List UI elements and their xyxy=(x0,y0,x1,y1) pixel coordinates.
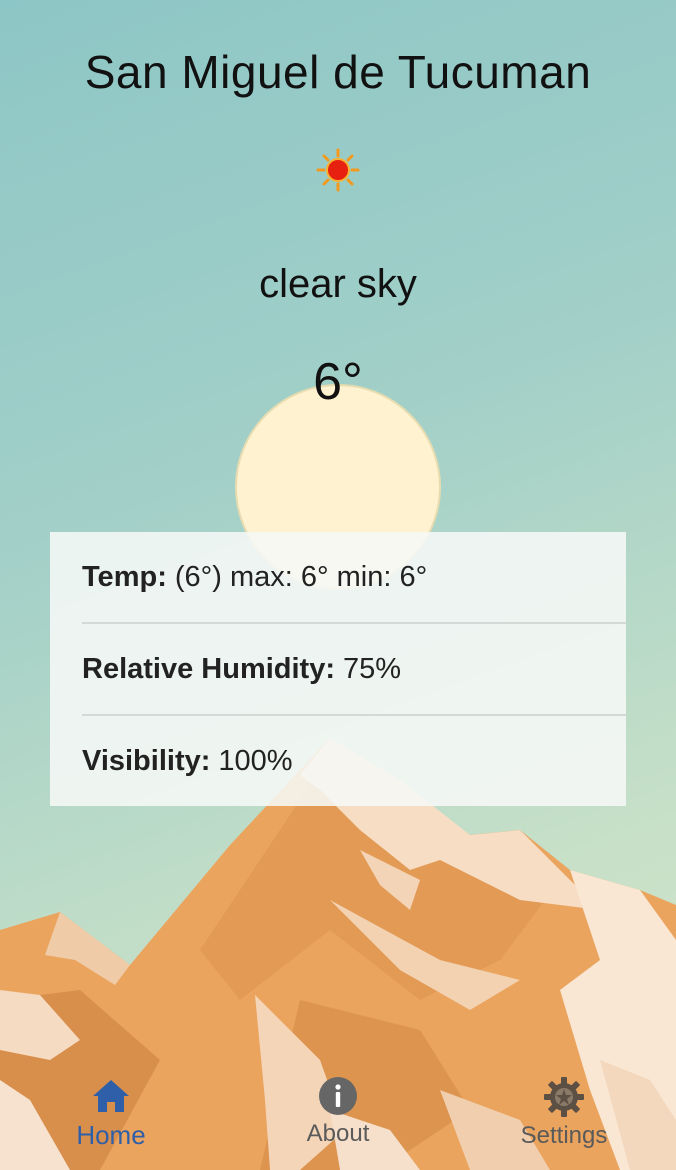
detail-row-temp: Temp: (6°) max: 6° min: 6° xyxy=(82,532,626,624)
nav-about[interactable]: About xyxy=(238,1066,438,1170)
humidity-value: 75% xyxy=(343,652,402,685)
nav-home-label: Home xyxy=(76,1120,146,1150)
temp-label: Temp: xyxy=(82,560,167,593)
visibility-value: 100% xyxy=(218,744,293,777)
nav-settings[interactable]: Settings xyxy=(464,1066,664,1170)
visibility-label: Visibility: xyxy=(82,744,211,777)
weather-condition: clear sky xyxy=(259,262,417,306)
detail-row-humidity: Relative Humidity: 75% xyxy=(82,624,626,716)
temp-value: (6°) max: 6° min: 6° xyxy=(174,560,428,593)
detail-row-visibility: Visibility: 100% xyxy=(82,716,626,806)
weather-details-card: Temp: (6°) max: 6° min: 6° Relative Humi… xyxy=(50,532,626,806)
info-icon xyxy=(319,1077,357,1115)
city-title: San Miguel de Tucuman xyxy=(84,46,592,98)
gear-icon xyxy=(544,1077,584,1117)
humidity-label: Relative Humidity: xyxy=(82,652,335,685)
nav-home[interactable]: Home xyxy=(11,1066,211,1170)
current-temperature: 6° xyxy=(313,353,363,411)
home-icon xyxy=(93,1080,129,1112)
nav-about-label: About xyxy=(306,1120,370,1147)
bottom-navigation: Home About Settings xyxy=(0,1066,676,1170)
nav-settings-label: Settings xyxy=(520,1122,608,1149)
sun-icon xyxy=(316,148,360,192)
